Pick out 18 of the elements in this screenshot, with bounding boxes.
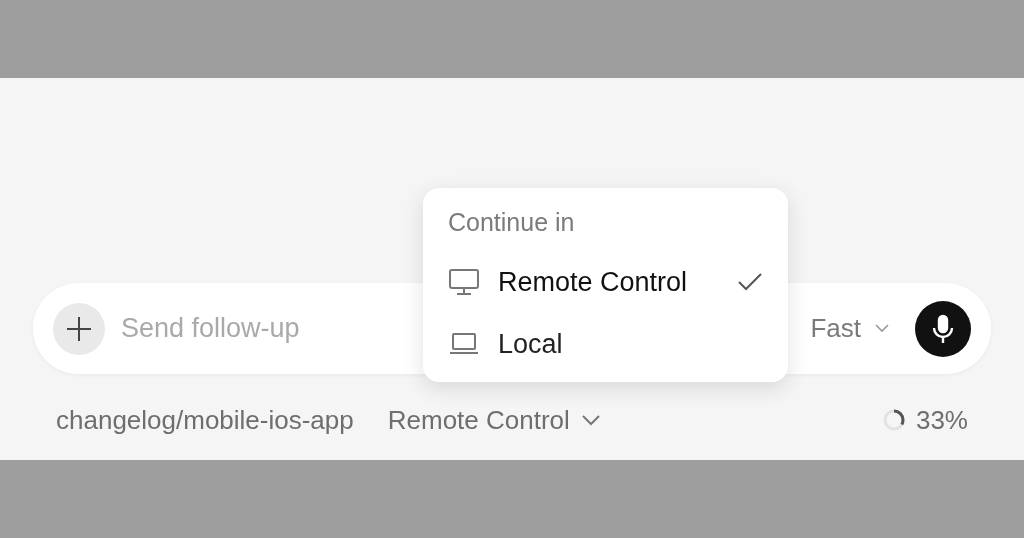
caret-icon (581, 414, 600, 426)
menu-item-label: Remote Control (498, 266, 688, 298)
menu-title: Continue in (448, 208, 576, 237)
add-button[interactable] (53, 302, 105, 355)
caret-icon (875, 324, 889, 333)
progress-ring (881, 408, 906, 432)
model-dropdown[interactable]: Fast (810, 313, 889, 344)
plus-icon (66, 315, 92, 342)
branch-name: changelog/mobile-ios-app (56, 404, 354, 436)
menu-item-label: Local (498, 328, 563, 360)
laptop-icon (448, 332, 480, 356)
mode-dropdown[interactable]: Remote Control (387, 404, 600, 436)
checkmark-icon (737, 272, 763, 292)
context-usage: 33% (915, 404, 968, 436)
menu-item[interactable]: Remote Control (448, 251, 763, 313)
microphone-icon (932, 313, 954, 344)
monitor-icon (448, 268, 480, 296)
menu-item[interactable]: Local (448, 313, 763, 375)
